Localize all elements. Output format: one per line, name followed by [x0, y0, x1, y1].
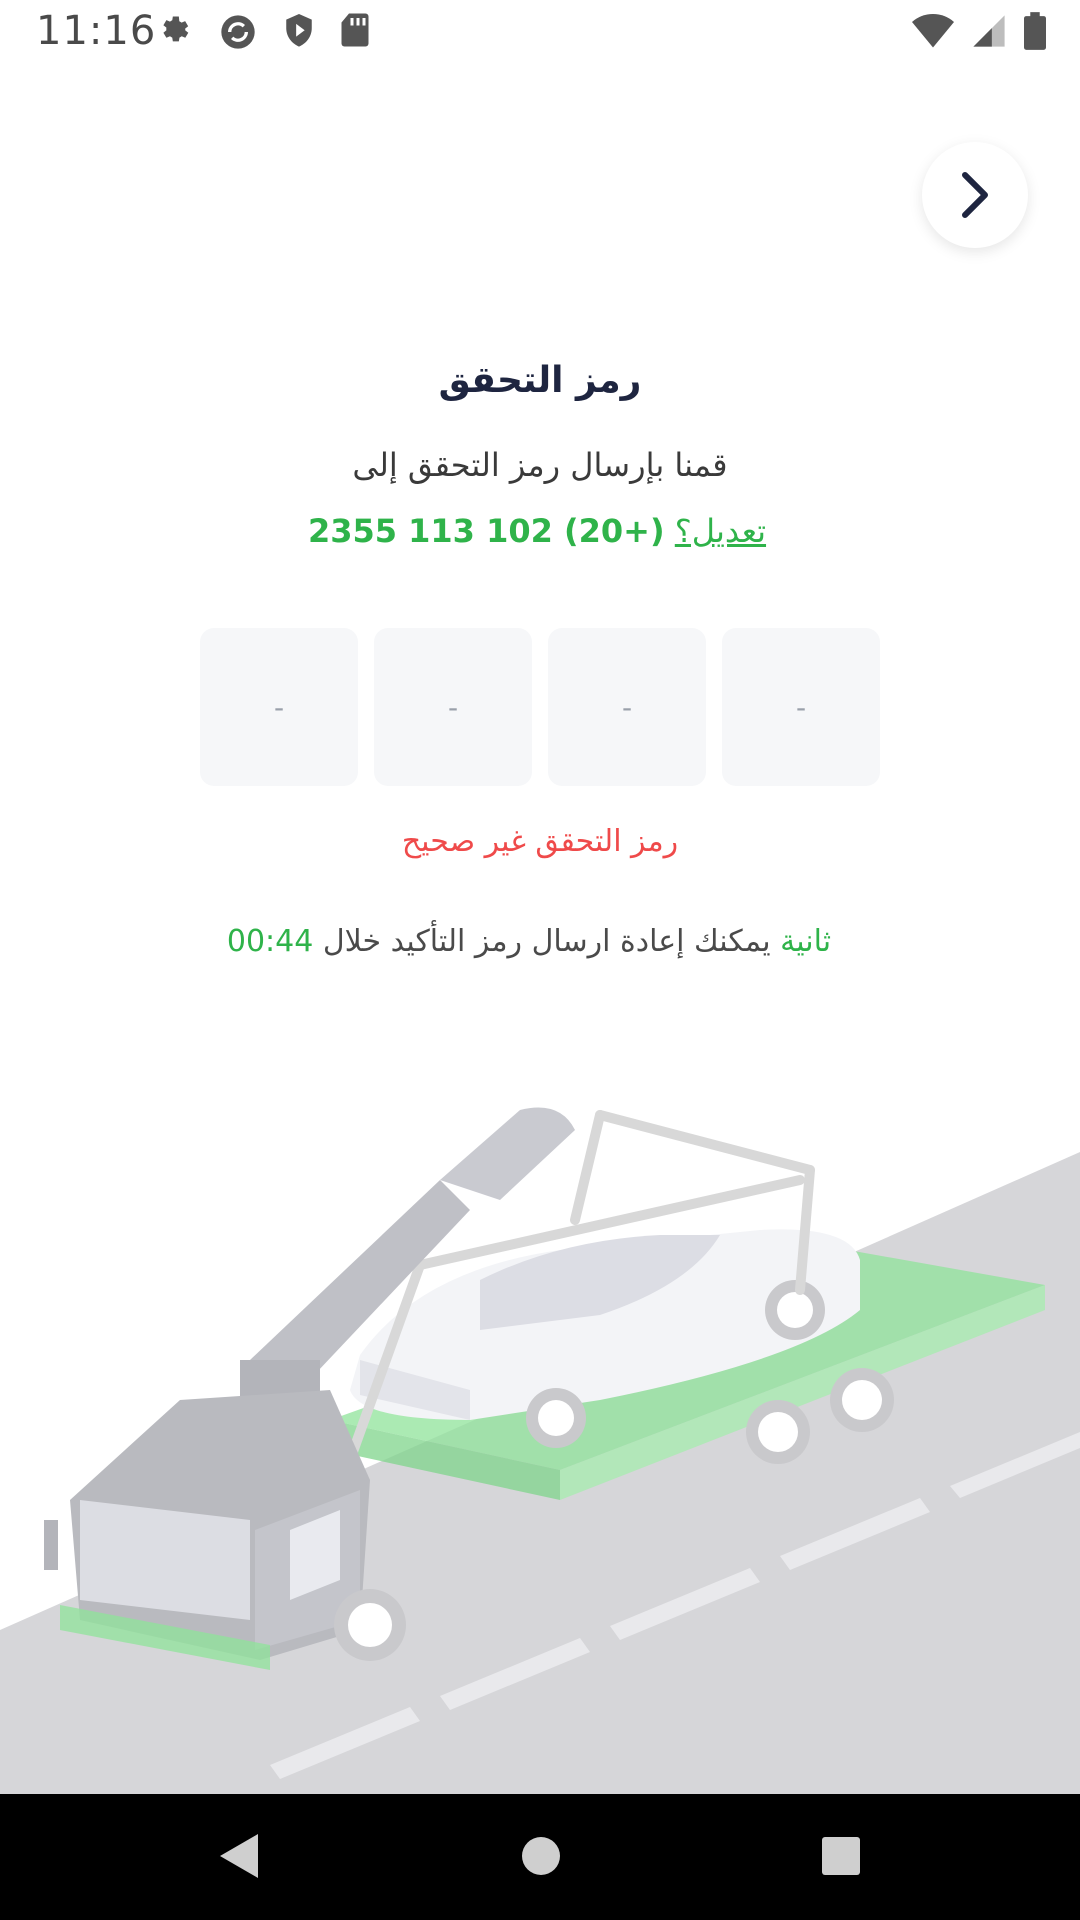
shield-play-icon: [282, 12, 316, 52]
otp-digit-2[interactable]: -: [548, 628, 706, 786]
otp-digit-value: -: [621, 690, 633, 724]
home-circle-icon[interactable]: [516, 1830, 566, 1886]
otp-digit-value: -: [795, 690, 807, 724]
status-time: 11:16: [36, 8, 157, 54]
status-icons-right: [912, 12, 1046, 50]
chevron-right-icon: [962, 172, 988, 218]
back-triangle-icon[interactable]: [214, 1830, 264, 1886]
back-button[interactable]: [922, 142, 1028, 248]
sync-icon: [218, 12, 258, 52]
wifi-icon: [912, 13, 954, 49]
resend-label: يمكنك إعادة ارسال رمز التأكيد خلال: [322, 924, 771, 959]
otp-verification-screen: 11:16 رمز التحقق قمنا بإرسال رمز التحقق …: [0, 0, 1080, 1920]
status-icons-left: [158, 12, 370, 52]
resend-row: 00:44 ثانية يمكنك إعادة ارسال رمز التأكي…: [0, 924, 1080, 959]
signal-icon: [972, 13, 1006, 49]
otp-digit-value: -: [273, 690, 285, 724]
page-title: رمز التحقق: [438, 360, 642, 401]
status-bar: 11:16: [0, 0, 1080, 64]
tow-truck-illustration: [0, 1107, 1080, 1794]
error-message: رمز التحقق غير صحيح: [401, 824, 679, 859]
phone-row: تعديل؟ (+20) 102 113 2355: [0, 512, 1080, 550]
system-nav-bar: [0, 1794, 1080, 1920]
otp-digit-1[interactable]: -: [722, 628, 880, 786]
battery-icon: [1024, 12, 1046, 50]
edit-phone-link[interactable]: تعديل؟: [675, 512, 766, 550]
phone-number: (+20) 102 113 2355: [307, 512, 665, 550]
settings-icon: [158, 12, 194, 52]
recents-square-icon[interactable]: [816, 1830, 866, 1886]
otp-digit-3[interactable]: -: [374, 628, 532, 786]
otp-input-row: - - - -: [200, 628, 880, 786]
otp-digit-4[interactable]: -: [200, 628, 358, 786]
sd-card-icon: [340, 12, 370, 52]
sent-to-text: قمنا بإرسال رمز التحقق إلى: [352, 446, 728, 484]
otp-digit-value: -: [447, 690, 459, 724]
